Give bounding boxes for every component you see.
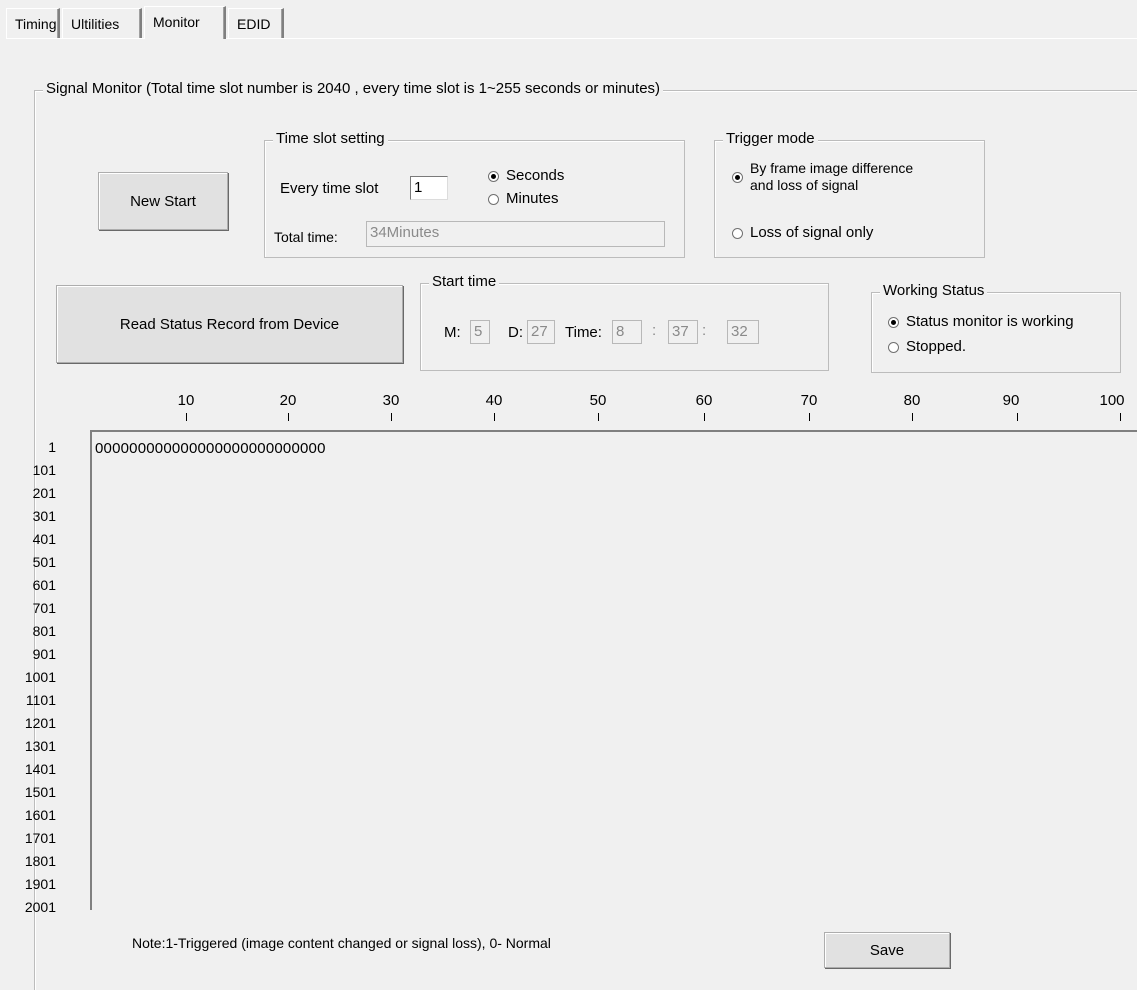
row-label: 101 <box>32 462 56 478</box>
ruler-label-30: 30 <box>382 392 400 409</box>
seconds-radio-dot <box>488 171 499 182</box>
ruler-label-80: 80 <box>903 392 921 409</box>
ruler-label-60: 60 <box>695 392 713 409</box>
minutes-label: Minutes <box>506 190 559 207</box>
ruler-label-70: 70 <box>800 392 818 409</box>
read-status-button[interactable]: Read Status Record from Device <box>56 285 403 363</box>
row-label: 1601 <box>24 807 56 823</box>
signal-monitor-title: Signal Monitor (Total time slot number i… <box>43 80 664 97</box>
status-stopped-label: Stopped. <box>906 338 967 355</box>
month-label: M: <box>444 324 461 341</box>
ruler-tick <box>1120 413 1121 421</box>
ruler-label-90: 90 <box>1002 392 1020 409</box>
trigger-frame-diff-radio-dot <box>732 172 743 183</box>
trigger-loss-only-radio[interactable]: Loss of signal only <box>732 224 873 241</box>
seconds-radio[interactable]: Seconds <box>488 167 564 184</box>
minutes-radio-dot <box>488 194 499 205</box>
row-label: 201 <box>32 485 56 501</box>
row-label: 1501 <box>24 784 56 800</box>
row-label: 1801 <box>24 853 56 869</box>
trigger-frame-diff-radio[interactable]: By frame image difference and loss of si… <box>732 160 913 194</box>
save-button[interactable]: Save <box>824 932 950 968</box>
trigger-loss-only-radio-dot <box>732 228 743 239</box>
ruler-tick <box>704 413 705 421</box>
time-separator-2: : <box>702 322 707 339</box>
status-working-radio[interactable]: Status monitor is working <box>888 313 1074 330</box>
ruler-label-50: 50 <box>589 392 607 409</box>
row-label: 2001 <box>24 899 56 915</box>
ruler-tick <box>288 413 289 421</box>
working-status-title: Working Status <box>880 282 988 299</box>
ruler-tick <box>494 413 495 421</box>
trigger-loss-only-label: Loss of signal only <box>750 224 874 241</box>
day-label: D: <box>508 324 523 341</box>
row-label: 301 <box>32 508 56 524</box>
row-label: 901 <box>32 646 56 662</box>
trigger-frame-diff-label: By frame image difference and loss of si… <box>750 160 914 193</box>
tab-utilities[interactable]: Ultilities <box>62 8 142 38</box>
working-status-group: Working Status <box>871 282 1121 373</box>
start-time-title: Start time <box>429 273 500 290</box>
monitor-data-row: 000000000000000000000000000 <box>95 440 326 457</box>
ruler-tick <box>1017 413 1018 421</box>
ruler-tick <box>912 413 913 421</box>
total-time-label: Total time: <box>274 229 338 245</box>
row-label: 1001 <box>24 669 56 685</box>
row-label: 501 <box>32 554 56 570</box>
ruler-label-20: 20 <box>279 392 297 409</box>
row-label: 1 <box>48 439 56 455</box>
ruler-tick <box>809 413 810 421</box>
time-label: Time: <box>565 324 602 341</box>
ruler-tick <box>391 413 392 421</box>
row-label: 1401 <box>24 761 56 777</box>
row-label: 801 <box>32 623 56 639</box>
row-label: 401 <box>32 531 56 547</box>
row-label: 701 <box>32 600 56 616</box>
row-label: 1101 <box>25 692 56 708</box>
total-time-field: 34Minutes <box>366 221 665 247</box>
status-working-label: Status monitor is working <box>906 313 1074 330</box>
row-label: 1301 <box>24 738 56 754</box>
tab-timing[interactable]: Timing <box>6 8 60 38</box>
monitor-data-area[interactable]: 000000000000000000000000000 <box>90 430 1137 910</box>
trigger-mode-title: Trigger mode <box>723 130 818 147</box>
ruler-label-40: 40 <box>485 392 503 409</box>
ruler-label-100: 100 <box>1099 392 1125 409</box>
minute-field: 37 <box>668 320 698 344</box>
tab-edid[interactable]: EDID <box>228 8 284 38</box>
time-slot-title: Time slot setting <box>273 130 388 147</box>
row-label: 601 <box>32 577 56 593</box>
every-time-slot-label: Every time slot <box>280 180 379 197</box>
seconds-label: Seconds <box>506 167 565 184</box>
status-stopped-radio[interactable]: Stopped. <box>888 338 966 355</box>
status-working-radio-dot <box>888 317 899 328</box>
new-start-button[interactable]: New Start <box>98 172 228 230</box>
ruler-tick <box>598 413 599 421</box>
minutes-radio[interactable]: Minutes <box>488 190 559 207</box>
row-label: 1201 <box>24 715 56 731</box>
row-label: 1901 <box>24 876 56 892</box>
note-text: Note:1-Triggered (image content changed … <box>132 935 551 951</box>
row-label: 1701 <box>24 830 56 846</box>
hour-field: 8 <box>612 320 642 344</box>
month-field: 5 <box>470 320 490 344</box>
status-stopped-radio-dot <box>888 342 899 353</box>
second-field: 32 <box>727 320 759 344</box>
time-separator-1: : <box>652 322 657 339</box>
ruler-tick <box>186 413 187 421</box>
ruler-label-10: 10 <box>177 392 195 409</box>
tab-monitor[interactable]: Monitor <box>144 6 226 39</box>
every-time-slot-input[interactable]: 1 <box>410 176 448 200</box>
day-field: 27 <box>527 320 555 344</box>
